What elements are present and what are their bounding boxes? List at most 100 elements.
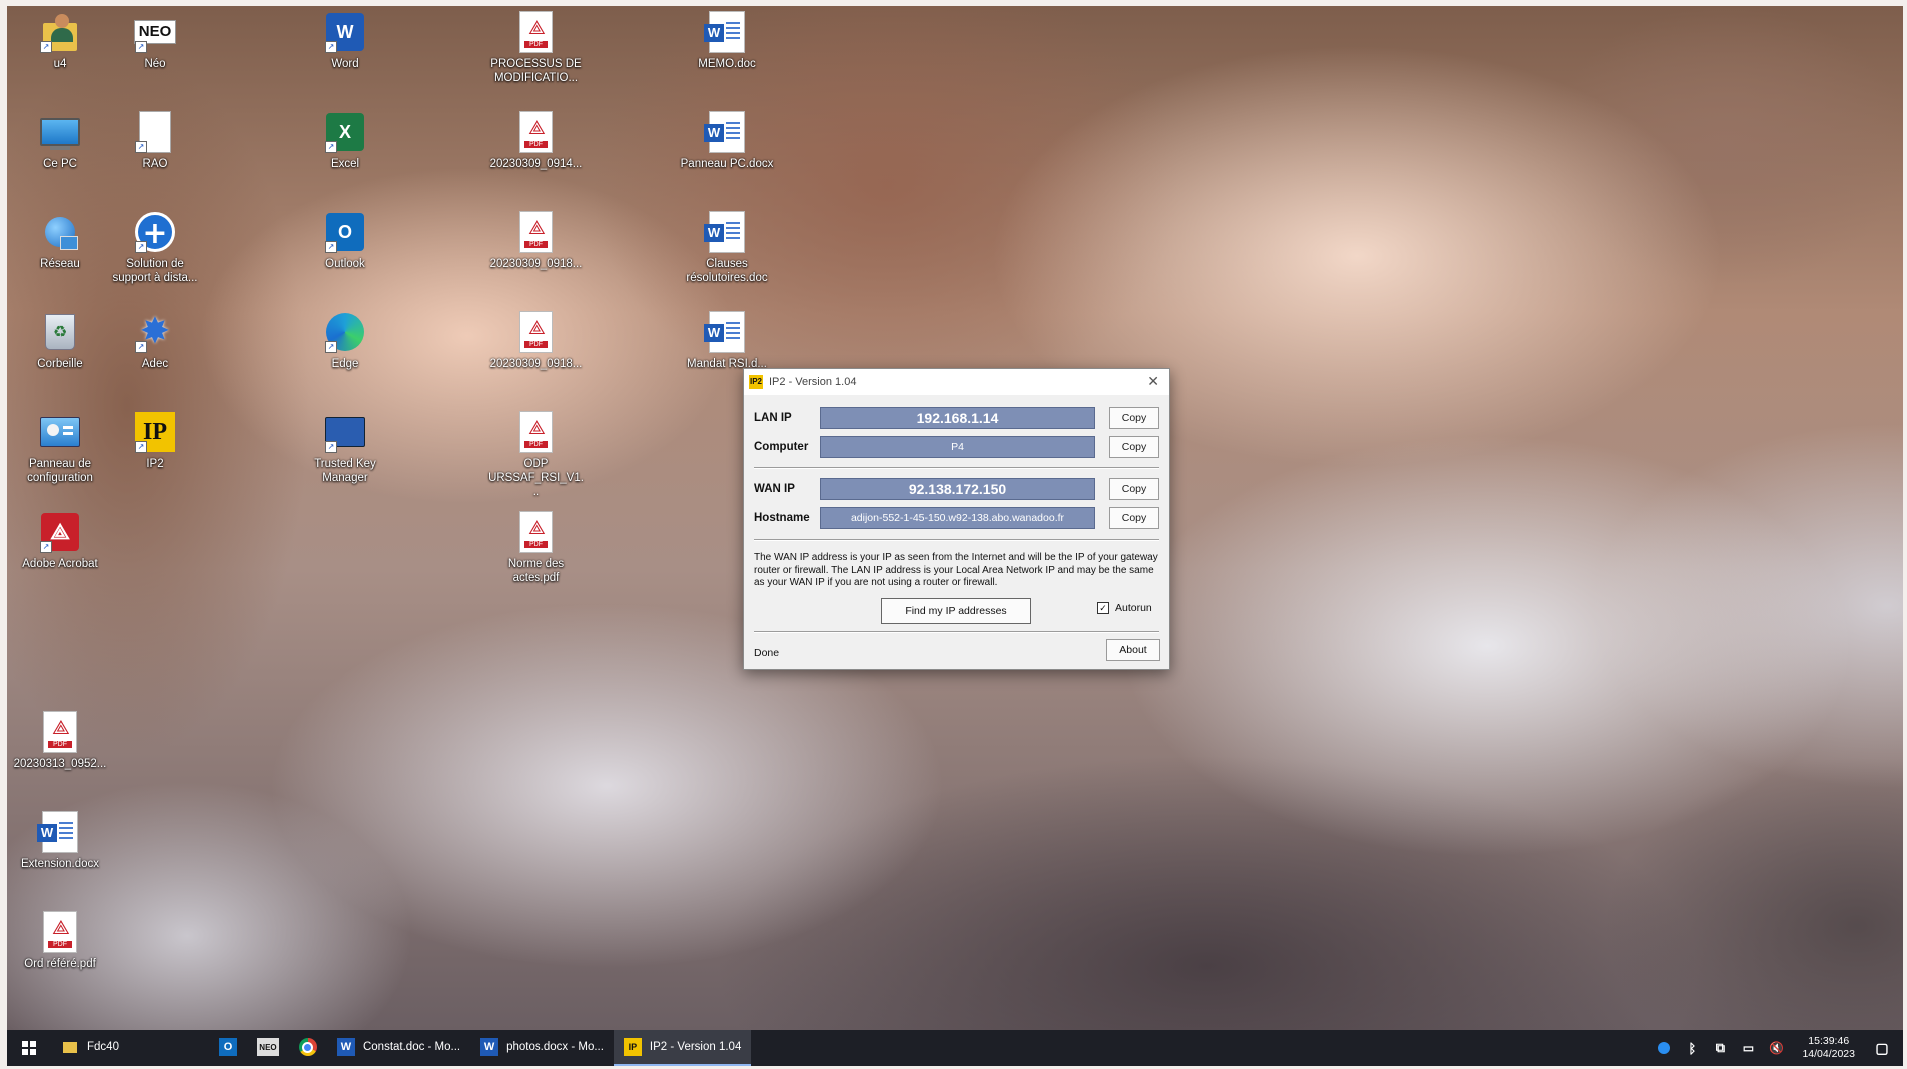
desktop-icon-processus-pdf[interactable]: ⟁ PDF PROCESSUS DE MODIFICATIO... (488, 10, 584, 85)
desktop-icon-extension-docx[interactable]: W Extension.docx (12, 810, 108, 871)
outlook-icon: O (218, 1038, 237, 1056)
desktop-icon-pdf-0914[interactable]: ⟁ PDF 20230309_0914... (488, 110, 584, 171)
pdf-icon: ⟁ PDF (514, 110, 558, 154)
edge-icon: ↗ (323, 310, 367, 354)
desktop-icon-word[interactable]: W ↗ Word (297, 10, 393, 71)
word-icon: W (480, 1038, 499, 1056)
neo-icon: NEO ↗ (133, 10, 177, 54)
desktop-icon-label: Word (331, 58, 359, 70)
desktop-icon-ord-refere[interactable]: ⟁ PDF Ord référé.pdf (12, 910, 108, 971)
divider (754, 631, 1159, 633)
desktop-icon-pdf-20230313[interactable]: ⟁ PDF 20230313_0952... (12, 710, 108, 771)
desktop-icon-rao[interactable]: ↗ RAO (107, 110, 203, 171)
desktop-icon-clauses-doc[interactable]: W Clauses résolutoires.doc (679, 210, 775, 285)
desktop-icon-label: Panneau PC.docx (680, 158, 774, 170)
desktop-icon-ip2[interactable]: IP ↗ IP2 (107, 410, 203, 471)
autorun-checkbox[interactable]: ✓ Autorun (1097, 602, 1152, 614)
trusted-key-manager-icon: ↗ (323, 410, 367, 454)
app-tray-icon[interactable] (1655, 1039, 1673, 1057)
divider (754, 539, 1159, 541)
lan-ip-value[interactable]: 192.168.1.14 (820, 407, 1095, 429)
desktop-icon-user[interactable]: ↗ u4 (12, 10, 108, 71)
checkbox-check-icon[interactable]: ✓ (1097, 602, 1109, 614)
desktop-icon-memo-doc[interactable]: W MEMO.doc (679, 10, 775, 71)
hostname-value[interactable]: adijon-552-1-45-150.w92-138.abo.wanadoo.… (820, 507, 1095, 529)
desktop-icon-label: Adec (141, 358, 169, 370)
taskbar-item-label: photos.docx - Mo... (506, 1041, 604, 1053)
bluetooth-icon[interactable]: ᛒ (1683, 1039, 1701, 1057)
desktop-icon-label: ODP URSSAF_RSI_V1... (488, 458, 584, 498)
copy-hostname-button[interactable]: Copy (1109, 507, 1159, 529)
about-button[interactable]: About (1106, 639, 1160, 661)
desktop-icon-pdf-0918b[interactable]: ⟁ PDF 20230309_0918... (488, 310, 584, 371)
hostname-label: Hostname (754, 512, 810, 524)
desktop-icon-edge[interactable]: ↗ Edge (297, 310, 393, 371)
desktop-icon-trusted-key-manager[interactable]: ↗ Trusted Key Manager (297, 410, 393, 485)
desktop-icon-control-panel[interactable]: Panneau de configuration (12, 410, 108, 485)
start-button[interactable] (7, 1030, 51, 1066)
close-icon[interactable]: ✕ (1147, 373, 1159, 390)
wan-ip-value[interactable]: 92.138.172.150 (820, 478, 1095, 500)
pdf-icon: ⟁ PDF (514, 210, 558, 254)
computer-label: Computer (754, 441, 809, 453)
desktop-icon-neo[interactable]: NEO ↗ Néo (107, 10, 203, 71)
computer-icon (38, 110, 82, 154)
volume-muted-icon[interactable]: 🔇 (1767, 1039, 1785, 1057)
taskbar-item-label: IP2 - Version 1.04 (649, 1041, 742, 1053)
network-tray-icon[interactable]: ⧉ (1711, 1039, 1729, 1057)
taskbar-item-photos[interactable]: W photos.docx - Mo... (470, 1030, 614, 1066)
excel-app-icon: X ↗ (323, 110, 367, 154)
desktop-icon-panneau-pc-docx[interactable]: W Panneau PC.docx (679, 110, 775, 171)
desktop-icon-outlook[interactable]: O ↗ Outlook (297, 210, 393, 271)
desktop-icon-pdf-0918a[interactable]: ⟁ PDF 20230309_0918... (488, 210, 584, 271)
notifications-icon[interactable]: ▢ (1873, 1039, 1891, 1057)
desktop-icon-network[interactable]: Réseau (12, 210, 108, 271)
desktop-icon-norme-des-actes[interactable]: ⟁ PDF Norme des actes.pdf (488, 510, 584, 585)
autorun-label: Autorun (1115, 602, 1152, 614)
copy-wan-ip-button[interactable]: Copy (1109, 478, 1159, 500)
adobe-acrobat-icon: ⟁ ↗ (38, 510, 82, 554)
copy-lan-ip-button[interactable]: Copy (1109, 407, 1159, 429)
dialog-titlebar[interactable]: IP2 IP2 - Version 1.04 ✕ (744, 369, 1169, 395)
taskbar-item-fdc40[interactable]: Fdc40 (51, 1030, 209, 1066)
desktop-icon-label: Réseau (40, 258, 80, 270)
desktop-icon-excel[interactable]: X ↗ Excel (297, 110, 393, 171)
desktop-icon-label: Ord référé.pdf (24, 958, 96, 970)
copy-computer-button[interactable]: Copy (1109, 436, 1159, 458)
desktop-icon-recycle-bin[interactable]: ♻ Corbeille (12, 310, 108, 371)
taskbar-item-neo[interactable]: NEO (247, 1030, 289, 1066)
desktop-icon-label: Outlook (325, 258, 365, 270)
taskbar-item-label: Constat.doc - Mo... (362, 1041, 461, 1053)
word-doc-icon: W (37, 810, 82, 854)
desktop-icon-adobe-acrobat[interactable]: ⟁ ↗ Adobe Acrobat (12, 510, 108, 571)
desktop-icon-mandat-rsi[interactable]: W Mandat RSI.d... (679, 310, 775, 371)
computer-value[interactable]: P4 (820, 436, 1095, 458)
lan-ip-row: LAN IP 192.168.1.14 Copy (754, 407, 1159, 429)
windows-start-icon (22, 1041, 36, 1055)
ip2-icon: IP (623, 1038, 642, 1056)
desktop-icon-label: Excel (330, 158, 360, 170)
desktop-icon-label: Norme des actes.pdf (507, 558, 565, 584)
word-app-icon: W ↗ (323, 10, 367, 54)
desktop-icon-label: Solution de support à dista... (112, 258, 198, 284)
find-my-ip-button[interactable]: Find my IP addresses (881, 598, 1031, 624)
desktop-icon-label: Corbeille (37, 358, 83, 370)
desktop-icon-label: MEMO.doc (698, 58, 756, 70)
desktop-icon-adec[interactable]: ✸ ↗ Adec (107, 310, 203, 371)
desktop-icon-label: Adobe Acrobat (22, 558, 98, 570)
desktop-icon-this-pc[interactable]: Ce PC (12, 110, 108, 171)
taskbar-item-ip2[interactable]: IP IP2 - Version 1.04 (613, 1030, 752, 1066)
blank-file-icon: ↗ (133, 110, 177, 154)
desktop-icon-remote-support[interactable]: + ↗ Solution de support à dista... (107, 210, 203, 285)
folder-icon (61, 1038, 79, 1056)
chrome-icon (298, 1038, 317, 1056)
desktop-icon-odp-urssaf[interactable]: ⟁ PDF ODP URSSAF_RSI_V1... (488, 410, 584, 499)
clock[interactable]: 15:39:46 14/04/2023 (1802, 1035, 1855, 1061)
taskbar-item-chrome[interactable] (289, 1030, 327, 1066)
taskbar-item-outlook[interactable]: O (209, 1030, 247, 1066)
taskbar-item-constat[interactable]: W Constat.doc - Mo... (327, 1030, 470, 1066)
desktop-icon-label: PROCESSUS DE MODIFICATIO... (490, 58, 582, 84)
lan-ip-label: LAN IP (754, 412, 792, 424)
display-icon[interactable]: ▭ (1739, 1039, 1757, 1057)
desktop-icon-label: 20230309_0918... (489, 258, 583, 270)
